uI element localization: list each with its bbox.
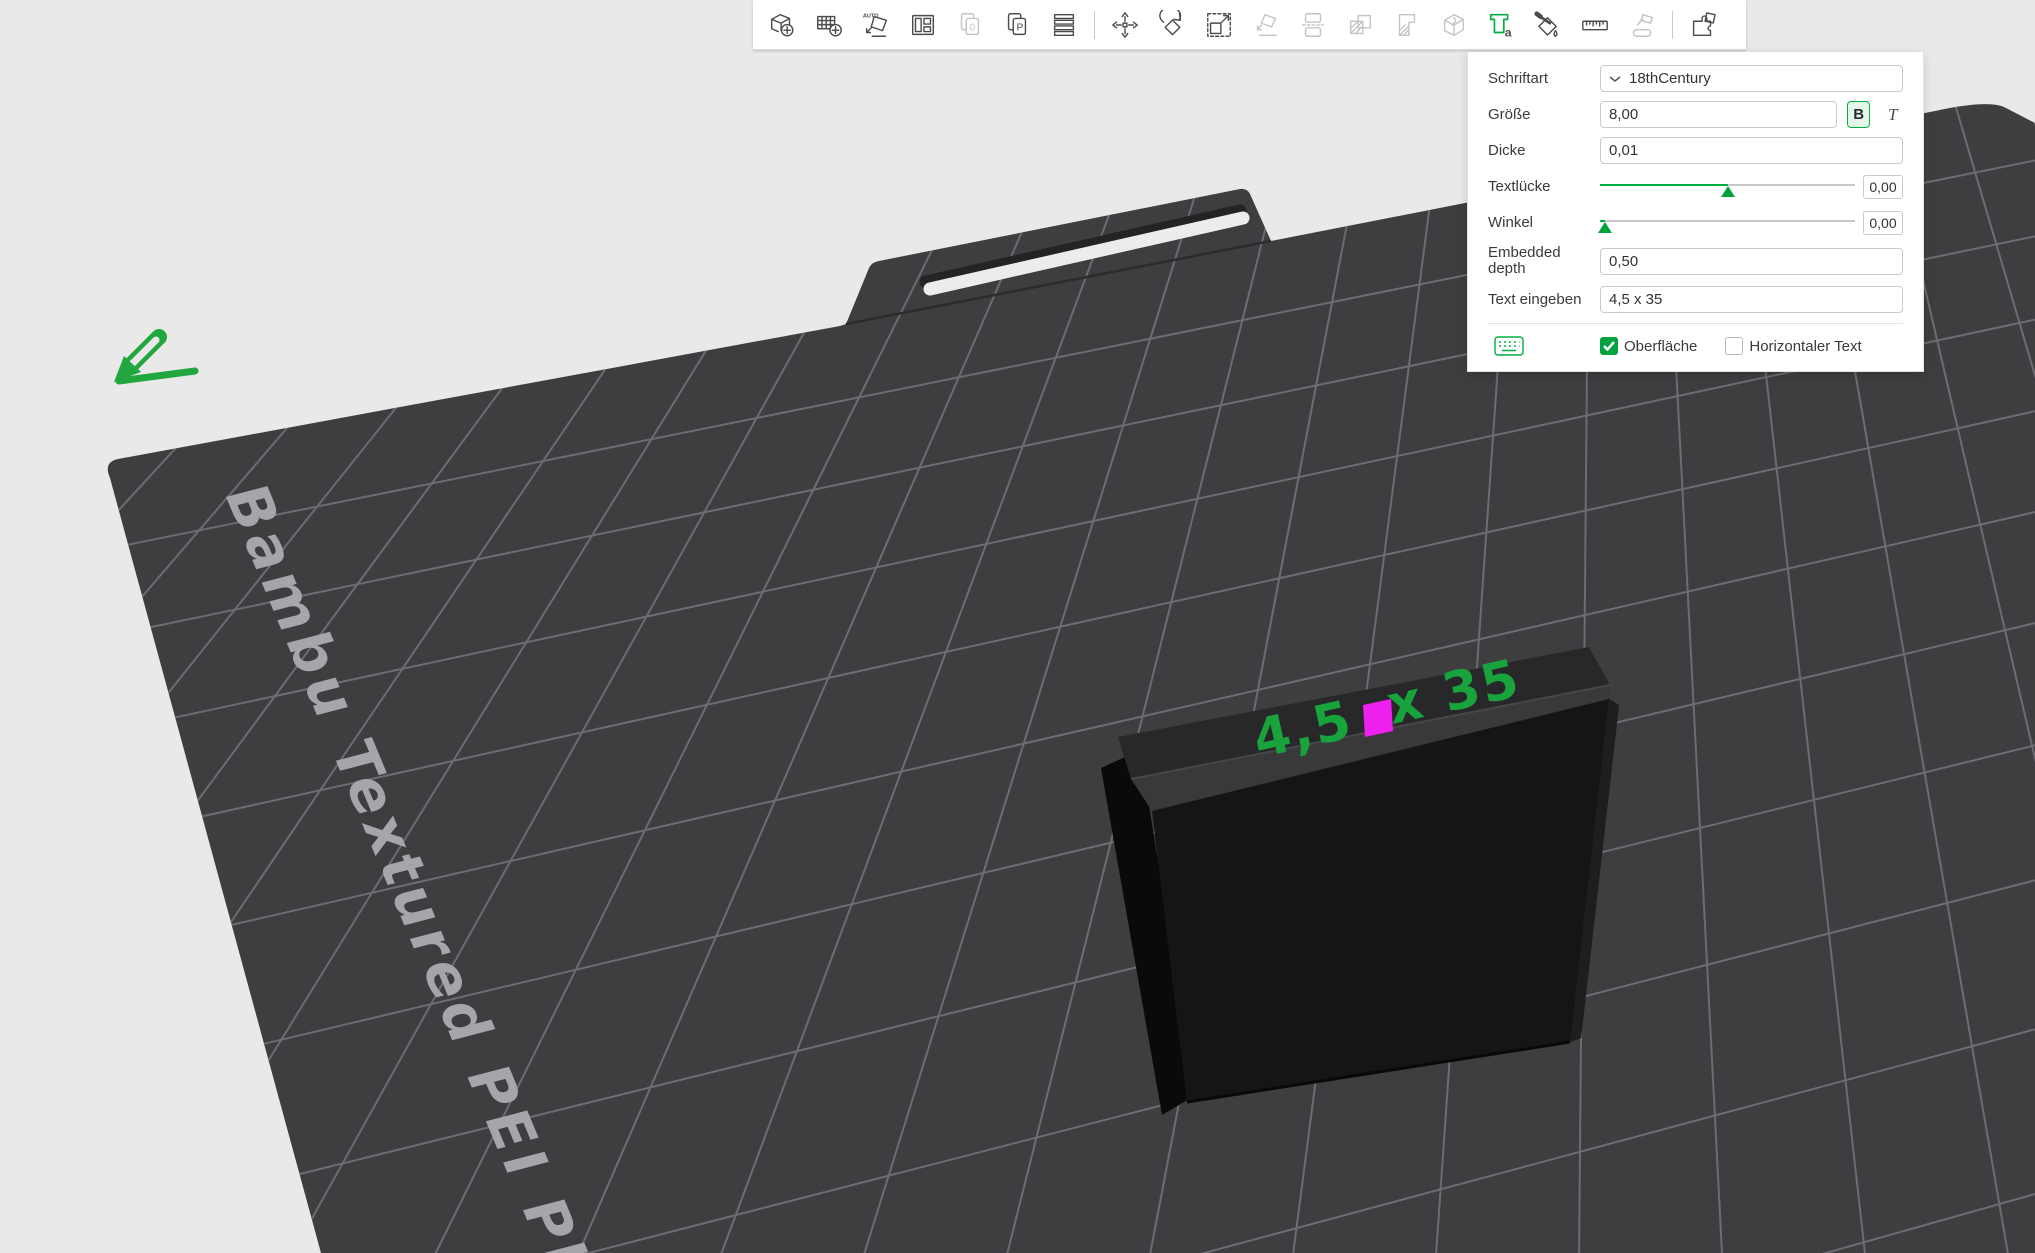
slider-thumb[interactable] <box>1598 221 1613 233</box>
seam-paint-button[interactable] <box>1531 8 1565 42</box>
angle-row: Winkel 0,00 <box>1488 209 1903 236</box>
horizontal-text-checkbox[interactable] <box>1725 337 1744 355</box>
svg-text:0: 0 <box>970 22 976 33</box>
font-row: Schriftart 18thCentury <box>1488 65 1903 92</box>
text-gap-label: Textlücke <box>1488 178 1551 195</box>
scale-button[interactable] <box>1202 8 1236 42</box>
chevron-down-icon <box>1609 75 1621 83</box>
copy-button[interactable]: 0 <box>953 8 987 42</box>
panel-divider <box>1488 323 1903 324</box>
surface-label: Oberfläche <box>1624 337 1698 355</box>
horizontal-text-label: Horizontaler Text <box>1749 337 1862 355</box>
bold-button[interactable]: B <box>1847 101 1871 128</box>
split-button[interactable] <box>1390 8 1424 42</box>
angle-slider[interactable] <box>1598 212 1855 234</box>
keyboard-icon[interactable] <box>1494 335 1524 357</box>
font-label: Schriftart <box>1488 70 1549 87</box>
font-select-value: 18thCentury <box>1629 70 1711 87</box>
embedded-depth-label: Embedded depth <box>1488 244 1561 277</box>
text-drag-handle[interactable] <box>1363 699 1393 737</box>
toolbar-separator <box>1094 10 1095 39</box>
size-label: Größe <box>1488 106 1531 123</box>
auto-orient-button[interactable]: AUTO <box>859 8 893 42</box>
assembly-button[interactable] <box>1686 8 1720 42</box>
slider-thumb[interactable] <box>1720 185 1735 197</box>
text-gap-row: Textlücke 0,00 <box>1488 173 1903 200</box>
surface-option: Oberfläche Horizontaler Text <box>1600 337 1884 355</box>
measure-button[interactable] <box>1578 8 1612 42</box>
size-input[interactable] <box>1600 101 1837 128</box>
svg-text:P: P <box>1017 22 1024 33</box>
panel-bottom-row: Oberfläche Horizontaler Text <box>1488 335 1903 357</box>
font-select[interactable]: 18thCentury <box>1600 65 1903 92</box>
text-input-label: Text eingeben <box>1488 291 1582 308</box>
angle-value[interactable]: 0,00 <box>1863 210 1903 235</box>
move-button[interactable] <box>1108 8 1142 42</box>
support-paint-button[interactable] <box>1625 8 1659 42</box>
toolbar-separator <box>1672 10 1673 39</box>
thickness-row: Dicke <box>1488 137 1903 164</box>
text-input[interactable] <box>1600 286 1903 313</box>
merge-button[interactable] <box>1343 8 1377 42</box>
surface-checkbox[interactable] <box>1600 337 1618 355</box>
application-window: Bambu Textured PEI Pl 4,5 x 35 AUTO 0 P … <box>0 0 2035 1253</box>
text-gap-value[interactable]: 0,00 <box>1863 174 1903 199</box>
object-list-button[interactable] <box>1047 8 1081 42</box>
arrange-button[interactable] <box>906 8 940 42</box>
svg-text:AUTO: AUTO <box>863 13 879 19</box>
svg-text:a: a <box>1505 25 1512 39</box>
cut-button[interactable] <box>1296 8 1330 42</box>
text-gap-slider[interactable] <box>1600 176 1855 198</box>
italic-button[interactable]: T <box>1882 101 1903 128</box>
text-input-row: Text eingeben <box>1488 286 1903 313</box>
mesh-boolean-button[interactable] <box>1437 8 1471 42</box>
embedded-depth-row: Embedded depth <box>1488 245 1903 277</box>
thickness-input[interactable] <box>1600 137 1903 164</box>
size-row: Größe B T <box>1488 101 1903 128</box>
lay-on-face-button[interactable] <box>1249 8 1283 42</box>
text-tool-panel: Schriftart 18thCentury Größe B T Dicke T… <box>1467 52 1924 372</box>
angle-label: Winkel <box>1488 214 1534 231</box>
paste-button[interactable]: P <box>1000 8 1034 42</box>
add-object-button[interactable] <box>765 8 799 42</box>
add-plate-button[interactable] <box>812 8 846 42</box>
thickness-label: Dicke <box>1488 142 1526 159</box>
rotate-button[interactable] <box>1155 8 1189 42</box>
text-tool-button[interactable]: a <box>1484 8 1518 42</box>
main-toolbar: AUTO 0 P a <box>753 0 1746 50</box>
embedded-depth-input[interactable] <box>1600 247 1903 275</box>
